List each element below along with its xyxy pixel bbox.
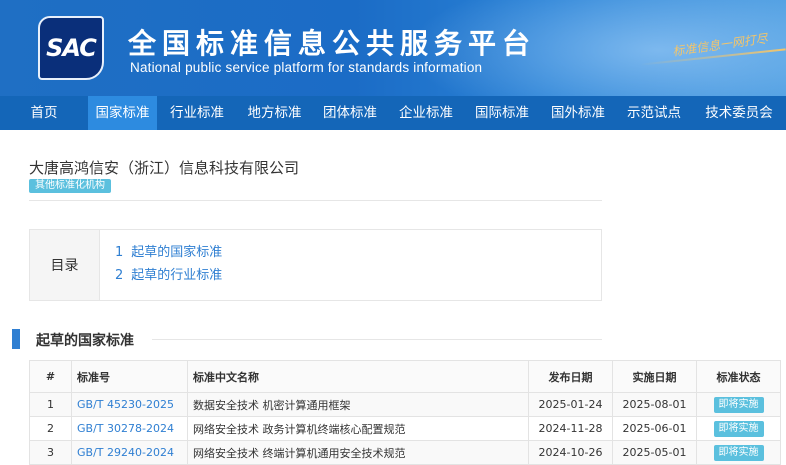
table-header-row: # 标准号 标准中文名称 发布日期 实施日期 标准状态	[29, 360, 781, 393]
nav-item-home[interactable]: 首页	[0, 96, 88, 130]
table-row: 1 GB/T 45230-2025 数据安全技术 机密计算通用框架 2025-0…	[29, 392, 781, 417]
toc-link-number: 1	[115, 245, 124, 260]
standard-code[interactable]: GB/T 29240-2024	[77, 446, 174, 459]
nav-item-national-standards[interactable]: 国家标准	[88, 96, 157, 130]
col-header-effective-date: 实施日期	[612, 360, 697, 393]
standard-code[interactable]: GB/T 45230-2025	[77, 398, 174, 411]
nav-item-local-standards[interactable]: 地方标准	[237, 96, 312, 130]
status-badge: 即将实施	[713, 420, 764, 437]
row-index: 1	[29, 392, 72, 417]
logo-text: SAC	[46, 34, 97, 62]
effective-date: 2025-08-01	[612, 392, 697, 417]
standard-code-link[interactable]: GB/T 30278-2024	[71, 416, 188, 441]
table-row: 3 GB/T 29240-2024 网络安全技术 终端计算机通用安全技术规范 2…	[29, 440, 781, 465]
toc-link-industry-standards[interactable]: 2 起草的行业标准	[115, 264, 222, 287]
toc-list: 1 起草的国家标准 2 起草的行业标准	[100, 230, 222, 300]
release-date: 2025-01-24	[528, 392, 613, 417]
standard-code-link[interactable]: GB/T 29240-2024	[71, 440, 188, 465]
toc-title: 目录	[30, 230, 100, 300]
col-header-index: #	[29, 360, 72, 393]
release-date: 2024-11-28	[528, 416, 613, 441]
nav-item-international-standards[interactable]: 国际标准	[464, 96, 540, 130]
toc-link-number: 2	[115, 268, 124, 283]
status-cell: 即将实施	[696, 392, 781, 417]
sac-logo[interactable]: SAC	[38, 16, 104, 80]
toc-link-national-standards[interactable]: 1 起草的国家标准	[115, 241, 222, 264]
site-title: 全国标准信息公共服务平台	[128, 27, 537, 60]
col-header-release-date: 发布日期	[528, 360, 613, 393]
divider	[29, 200, 602, 201]
col-header-status: 标准状态	[696, 360, 781, 393]
nav-item-tech-committee[interactable]: 技术委员会	[692, 96, 786, 130]
site-header: SAC 全国标准信息公共服务平台 National public service…	[0, 0, 786, 96]
section-marker	[12, 329, 20, 349]
nav-item-enterprise-standards[interactable]: 企业标准	[388, 96, 464, 130]
standards-table: # 标准号 标准中文名称 发布日期 实施日期 标准状态 1 GB/T 45230…	[29, 360, 781, 465]
standard-name: 网络安全技术 终端计算机通用安全技术规范	[187, 440, 529, 465]
status-cell: 即将实施	[696, 440, 781, 465]
org-name: 大唐高鸿信安（浙江）信息科技有限公司	[29, 159, 300, 177]
release-date: 2024-10-26	[528, 440, 613, 465]
status-cell: 即将实施	[696, 416, 781, 441]
effective-date: 2025-05-01	[612, 440, 697, 465]
toc-link-label: 起草的国家标准	[131, 245, 223, 260]
standard-name: 网络安全技术 政务计算机终端核心配置规范	[187, 416, 529, 441]
nav-item-pilot-demo[interactable]: 示范试点	[616, 96, 692, 130]
nav-item-industry-standards[interactable]: 行业标准	[157, 96, 237, 130]
status-badge: 即将实施	[713, 396, 764, 413]
section-divider	[152, 339, 602, 340]
col-header-code: 标准号	[71, 360, 188, 393]
standard-code[interactable]: GB/T 30278-2024	[77, 422, 174, 435]
table-row: 2 GB/T 30278-2024 网络安全技术 政务计算机终端核心配置规范 2…	[29, 416, 781, 441]
nav-item-group-standards[interactable]: 团体标准	[312, 96, 388, 130]
org-type-badge: 其他标准化机构	[29, 179, 111, 193]
section-title: 起草的国家标准	[36, 333, 134, 349]
row-index: 3	[29, 440, 72, 465]
site-subtitle: National public service platform for sta…	[130, 60, 483, 75]
status-badge: 即将实施	[713, 444, 764, 461]
main-nav: 首页 国家标准 行业标准 地方标准 团体标准 企业标准 国际标准 国外标准 示范…	[0, 96, 786, 130]
standard-name: 数据安全技术 机密计算通用框架	[187, 392, 529, 417]
col-header-name: 标准中文名称	[187, 360, 529, 393]
standard-code-link[interactable]: GB/T 45230-2025	[71, 392, 188, 417]
effective-date: 2025-06-01	[612, 416, 697, 441]
row-index: 2	[29, 416, 72, 441]
table-of-contents: 目录 1 起草的国家标准 2 起草的行业标准	[29, 229, 602, 301]
toc-link-label: 起草的行业标准	[131, 268, 223, 283]
nav-item-foreign-standards[interactable]: 国外标准	[540, 96, 616, 130]
